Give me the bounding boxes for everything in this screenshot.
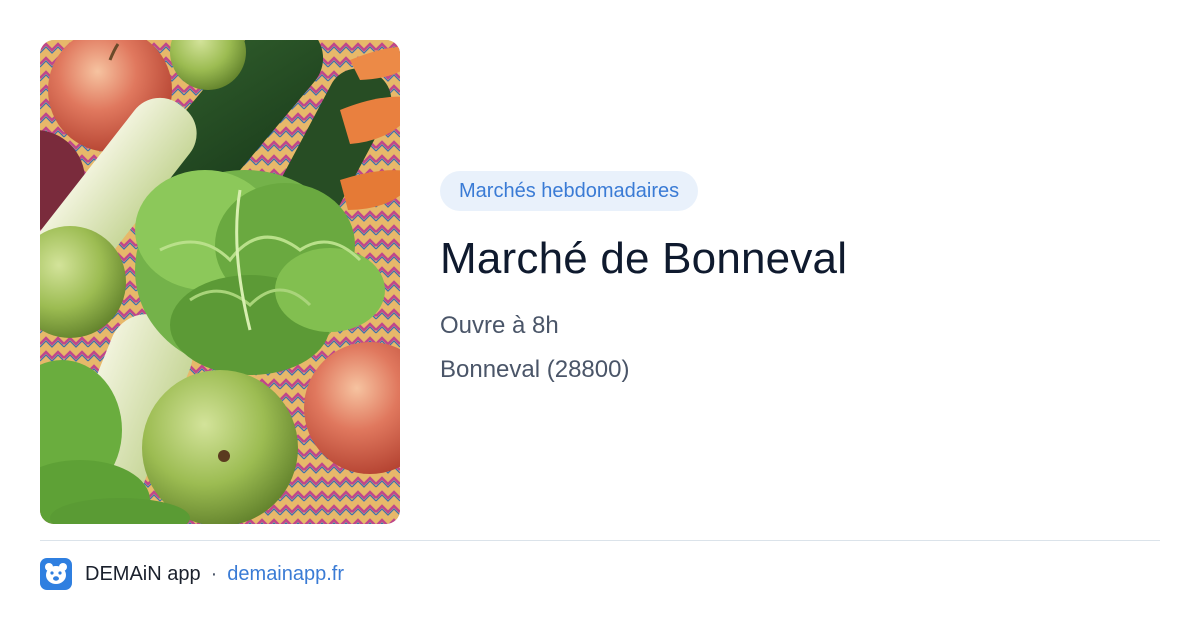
market-photo (40, 40, 400, 524)
footer: DEMAiN app · demainapp.fr (40, 558, 344, 590)
market-title: Marché de Bonneval (440, 234, 848, 283)
app-name: DEMAiN app (85, 562, 201, 585)
footer-separator: · (210, 562, 218, 585)
market-location: Bonneval (28800) (440, 356, 630, 383)
footer-divider (40, 540, 1160, 541)
share-card: Marchés hebdomadaires Marché de Bonneval… (0, 0, 1200, 630)
market-info: Marchés hebdomadaires Marché de Bonneval… (440, 171, 1140, 385)
domain-link[interactable]: demainapp.fr (227, 563, 344, 586)
category-tag[interactable]: Marchés hebdomadaires (440, 171, 699, 211)
bear-logo-icon (40, 558, 72, 590)
opening-hours: Ouvre à 8h (440, 312, 559, 339)
